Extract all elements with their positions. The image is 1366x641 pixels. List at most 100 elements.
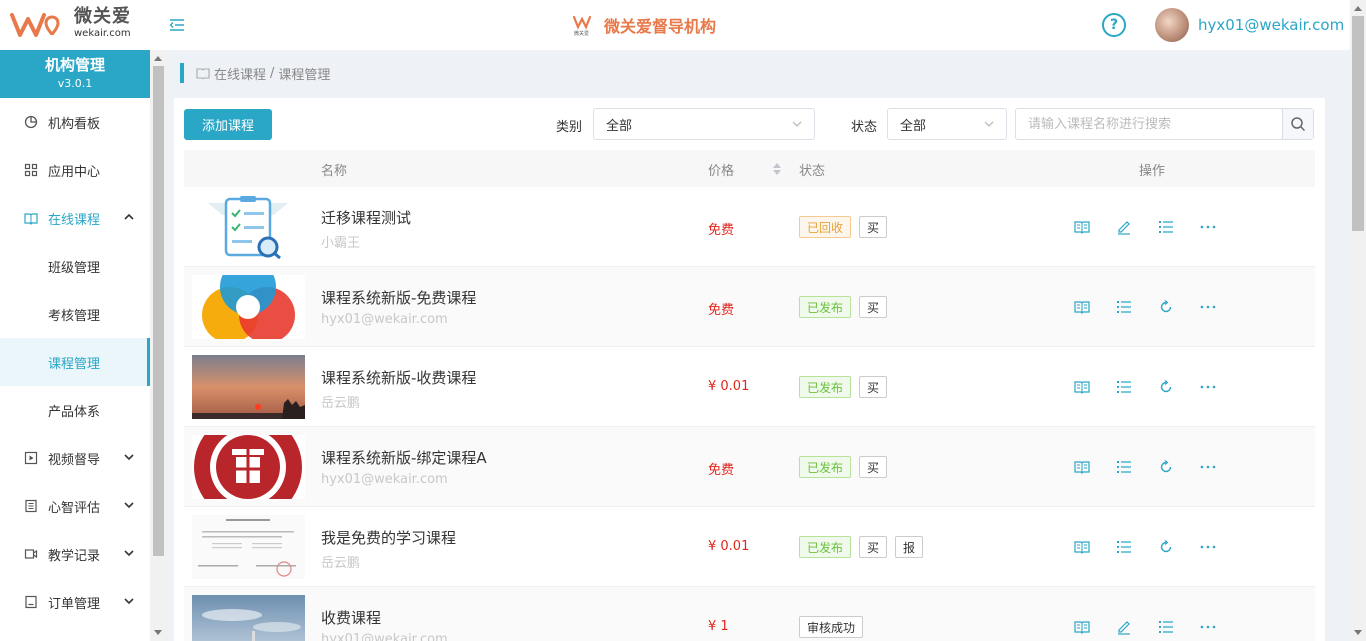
more-icon[interactable] — [1198, 537, 1218, 557]
sort-icon[interactable] — [773, 162, 781, 176]
table-row: 我是免费的学习课程 岳云鹏 ¥ 0.01 已发布 买 报 — [184, 507, 1315, 587]
refresh-icon[interactable] — [1156, 297, 1176, 317]
buy-badge: 买 — [859, 536, 888, 558]
sidebar-item-label: 心智评估 — [48, 500, 101, 516]
course-price: ¥ 1 — [708, 619, 729, 634]
course-name[interactable]: 课程系统新版-收费课程 — [321, 367, 476, 388]
buy-badge: 买 — [859, 296, 888, 318]
list-icon[interactable] — [1114, 537, 1134, 557]
sidebar-item-video[interactable]: 视频督导 — [0, 434, 150, 482]
video-icon — [24, 451, 38, 465]
preview-book-icon[interactable] — [1072, 297, 1092, 317]
sidebar-subitem-course-manage[interactable]: 课程管理 — [0, 338, 150, 386]
refresh-icon[interactable] — [1156, 537, 1176, 557]
svg-text:微关爱: 微关爱 — [574, 30, 589, 36]
sidebar-item-label: 订单管理 — [48, 596, 101, 612]
camera-icon — [24, 549, 38, 559]
course-name[interactable]: 迁移课程测试 — [321, 207, 411, 228]
status-badge: 已发布 — [799, 456, 852, 478]
sidebar-item-orders[interactable]: 订单管理 — [0, 578, 150, 626]
scroll-up-arrow-icon[interactable] — [1354, 6, 1362, 11]
list-icon[interactable] — [1156, 617, 1176, 637]
org-logo-icon: 微关爱 — [572, 15, 592, 36]
course-thumbnail[interactable] — [192, 275, 305, 339]
list-icon[interactable] — [1156, 217, 1176, 237]
page-scroll-thumb[interactable] — [1352, 16, 1364, 231]
sidebar-item-app-center[interactable]: 应用中心 — [0, 146, 150, 194]
page-scrollbar[interactable] — [1350, 0, 1366, 641]
refresh-icon[interactable] — [1156, 457, 1176, 477]
sidebar-subitem-class[interactable]: 班级管理 — [0, 242, 150, 290]
sidebar-item-teaching-record[interactable]: 教学记录 — [0, 530, 150, 578]
course-thumbnail[interactable] — [192, 435, 305, 499]
color-circles-image-icon — [192, 275, 305, 339]
preview-book-icon[interactable] — [1072, 217, 1092, 237]
list-icon[interactable] — [1114, 297, 1134, 317]
help-icon[interactable]: ? — [1102, 13, 1126, 37]
clipboard-icon — [25, 499, 37, 513]
refresh-icon[interactable] — [1156, 377, 1176, 397]
course-thumbnail[interactable] — [192, 515, 305, 579]
course-author: hyx01@wekair.com — [321, 632, 448, 641]
course-thumbnail[interactable] — [192, 355, 305, 419]
grid-icon — [24, 163, 38, 177]
course-name[interactable]: 课程系统新版-绑定课程A — [321, 447, 487, 468]
chevron-down-icon — [124, 598, 134, 605]
course-thumbnail[interactable] — [192, 595, 305, 641]
list-icon[interactable] — [1114, 457, 1134, 477]
chevron-down-icon — [124, 550, 134, 557]
avatar[interactable] — [1155, 8, 1189, 42]
more-icon[interactable] — [1198, 617, 1218, 637]
collapse-menu-icon[interactable] — [168, 16, 186, 34]
breadcrumb-parent[interactable]: 在线课程 — [214, 64, 266, 83]
course-name[interactable]: 课程系统新版-免费课程 — [321, 287, 476, 308]
scroll-down-arrow-icon[interactable] — [154, 630, 162, 635]
breadcrumb-current: 课程管理 — [278, 67, 331, 83]
scroll-down-arrow-icon[interactable] — [1354, 630, 1362, 635]
chevron-down-icon — [984, 121, 994, 127]
category-select[interactable]: 全部 — [593, 108, 815, 140]
sidebar-scrollbar[interactable] — [150, 50, 167, 641]
brand-logo[interactable]: 微关爱 wekair.com — [8, 8, 131, 39]
app-version: v3.0.1 — [57, 77, 93, 90]
search-button[interactable] — [1282, 109, 1313, 139]
clipboard-illustration-icon — [192, 195, 305, 259]
wekair-logo-icon — [10, 12, 60, 37]
sidebar-subitem-product[interactable]: 产品体系 — [0, 386, 150, 434]
edit-icon[interactable] — [1114, 617, 1134, 637]
sidebar: 机构管理 v3.0.1 机构看板 应用中心 在线课程 班级管理 考核管理 课程管… — [0, 50, 150, 641]
list-icon[interactable] — [1114, 377, 1134, 397]
scroll-up-arrow-icon[interactable] — [154, 56, 162, 61]
sidebar-scroll-thumb[interactable] — [153, 66, 164, 556]
course-name[interactable]: 我是免费的学习课程 — [321, 527, 456, 548]
sidebar-subitem-exam[interactable]: 考核管理 — [0, 290, 150, 338]
status-select[interactable]: 全部 — [887, 108, 1007, 140]
course-author: hyx01@wekair.com — [321, 472, 448, 487]
table-row: 课程系统新版-收费课程 岳云鹏 ¥ 0.01 已发布 买 — [184, 347, 1315, 427]
preview-book-icon[interactable] — [1072, 617, 1092, 637]
more-icon[interactable] — [1198, 297, 1218, 317]
sidebar-item-assessment[interactable]: 心智评估 — [0, 482, 150, 530]
preview-book-icon[interactable] — [1072, 377, 1092, 397]
preview-book-icon[interactable] — [1072, 457, 1092, 477]
course-name[interactable]: 收费课程 — [321, 607, 381, 628]
add-course-button[interactable]: 添加课程 — [184, 109, 272, 140]
search-input[interactable] — [1016, 109, 1282, 139]
course-thumbnail[interactable] — [192, 195, 305, 259]
table-row: 课程系统新版-绑定课程A hyx01@wekair.com 免费 已发布 买 — [184, 427, 1315, 507]
course-price: ¥ 0.01 — [708, 539, 750, 554]
university-seal-image-icon — [192, 435, 305, 499]
more-icon[interactable] — [1198, 217, 1218, 237]
table-row: 收费课程 hyx01@wekair.com ¥ 1 审核成功 — [184, 587, 1315, 641]
edit-icon[interactable] — [1114, 217, 1134, 237]
sky-photo-icon — [192, 595, 305, 641]
more-icon[interactable] — [1198, 457, 1218, 477]
sidebar-item-online-course[interactable]: 在线课程 — [0, 194, 150, 242]
column-header-price[interactable]: 价格 — [708, 160, 734, 179]
sidebar-item-dashboard[interactable]: 机构看板 — [0, 98, 150, 146]
preview-book-icon[interactable] — [1072, 537, 1092, 557]
column-header-ops: 操作 — [1139, 164, 1166, 179]
more-icon[interactable] — [1198, 377, 1218, 397]
user-email[interactable]: hyx01@wekair.com — [1198, 16, 1344, 34]
category-label: 类别 — [556, 120, 583, 135]
